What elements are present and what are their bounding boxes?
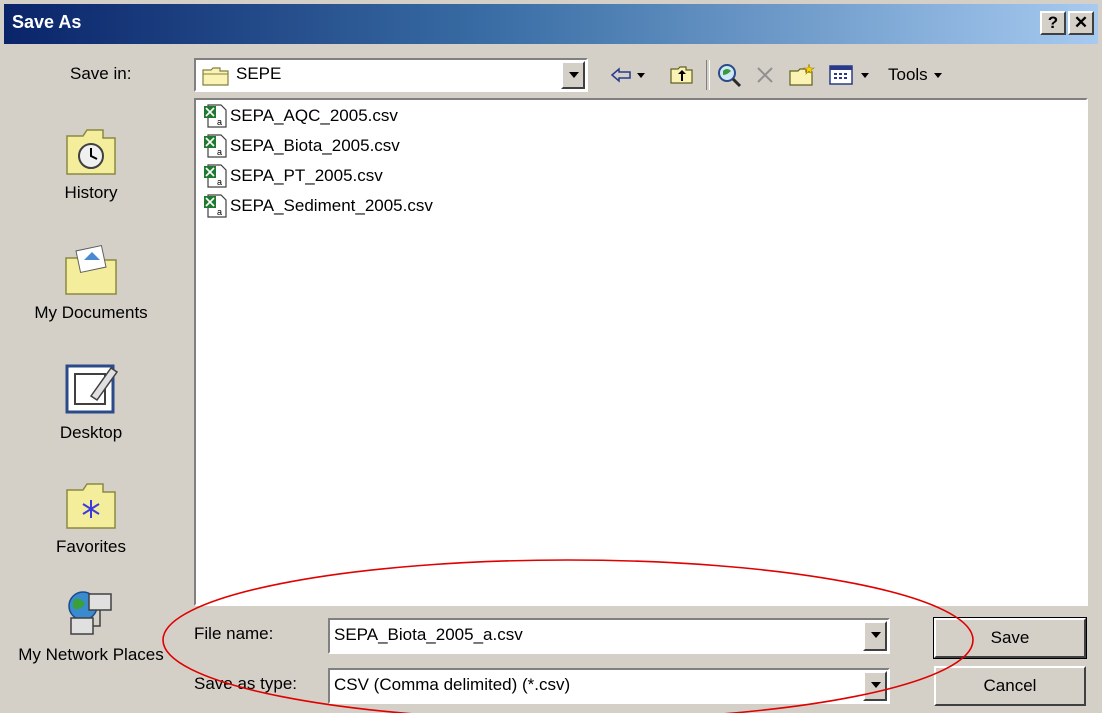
toolbar-separator (706, 60, 710, 90)
close-button[interactable]: ✕ (1068, 11, 1094, 35)
views-button[interactable] (828, 58, 870, 92)
file-item[interactable]: a SEPA_AQC_2005.csv (202, 102, 398, 130)
help-button[interactable]: ? (1040, 11, 1066, 35)
up-folder-icon (670, 66, 693, 84)
save-in-dropdown-button[interactable] (561, 61, 585, 89)
svg-text:a: a (217, 177, 222, 187)
places-item-favorites[interactable]: Favorites (0, 478, 182, 558)
save-in-value: SEPE (236, 64, 282, 83)
new-folder-button[interactable] (788, 58, 816, 92)
places-label: Desktop (59, 423, 123, 442)
chevron-down-icon (637, 73, 645, 78)
places-label: History (64, 183, 118, 202)
chevron-down-icon (933, 73, 942, 78)
file-item[interactable]: a SEPA_Sediment_2005.csv (202, 192, 433, 220)
file-list[interactable]: a SEPA_AQC_2005.csv a SEPA_Biota_2005.cs… (194, 98, 1088, 606)
views-icon (829, 65, 853, 85)
places-item-my-documents[interactable]: My Documents (0, 244, 182, 324)
csv-file-icon: a (204, 164, 227, 188)
save-as-type-label: Save as type: (194, 674, 298, 693)
svg-text:a: a (217, 147, 222, 157)
title-bar[interactable]: Save As ? ✕ (4, 4, 1098, 44)
chevron-down-icon (861, 73, 869, 78)
save-as-type-dropdown[interactable]: CSV (Comma delimited) (*.csv) (328, 668, 890, 704)
toolbar: Tools (606, 58, 986, 92)
save-as-dialog: Save As ? ✕ Save in: SEPE Tools History … (0, 0, 1102, 713)
places-label: My Network Places (18, 645, 164, 664)
svg-text:a: a (217, 207, 222, 217)
search-web-button[interactable] (716, 58, 742, 92)
save-in-dropdown[interactable]: SEPE (194, 58, 588, 92)
places-label: Favorites (56, 537, 126, 556)
delete-button[interactable] (754, 58, 776, 92)
save-button[interactable]: Save (933, 617, 1087, 659)
chevron-down-icon (871, 682, 881, 688)
file-item[interactable]: a SEPA_PT_2005.csv (202, 162, 383, 190)
chevron-down-icon (871, 632, 881, 638)
tools-label: Tools (888, 65, 928, 84)
up-folder-button[interactable] (670, 58, 694, 92)
window-title: Save As (12, 12, 82, 32)
save-as-type-value: CSV (Comma delimited) (*.csv) (334, 675, 571, 694)
history-icon (66, 129, 116, 175)
file-name-input[interactable]: SEPA_Biota_2005_a.csv (328, 618, 890, 654)
favorites-icon (66, 483, 116, 529)
svg-text:a: a (217, 117, 222, 127)
tools-menu-button[interactable]: Tools (888, 58, 943, 92)
close-icon: ✕ (1073, 13, 1089, 32)
folder-icon (202, 67, 229, 86)
csv-file-icon: a (204, 104, 227, 128)
csv-file-icon: a (204, 134, 227, 158)
file-name-label: File name: (194, 624, 274, 643)
file-name-value: SEPA_Biota_2005_a.csv (334, 625, 523, 644)
delete-icon (757, 67, 773, 83)
save-as-type-dropdown-button[interactable] (863, 671, 887, 701)
back-button[interactable] (610, 58, 646, 92)
my-documents-icon (65, 244, 117, 295)
file-name-dropdown-button[interactable] (863, 621, 887, 651)
file-name: SEPA_PT_2005.csv (230, 166, 383, 185)
csv-file-icon: a (204, 194, 227, 218)
chevron-down-icon (569, 72, 579, 78)
search-web-icon (718, 64, 742, 88)
new-folder-icon (789, 63, 815, 86)
places-label: My Documents (34, 303, 148, 322)
network-places-icon (68, 591, 112, 635)
desktop-icon (65, 364, 119, 414)
places-item-desktop[interactable]: Desktop (0, 360, 182, 444)
back-icon (610, 67, 631, 83)
places-item-network-places[interactable]: My Network Places (0, 586, 182, 665)
places-bar: History My Documents Desktop Favorites M… (0, 98, 182, 698)
file-name: SEPA_Biota_2005.csv (230, 136, 400, 155)
file-name: SEPA_Sediment_2005.csv (230, 196, 433, 215)
places-item-history[interactable]: History (0, 124, 182, 204)
save-in-label: Save in: (70, 64, 132, 83)
file-item[interactable]: a SEPA_Biota_2005.csv (202, 132, 400, 160)
cancel-button[interactable]: Cancel (934, 666, 1086, 706)
file-name: SEPA_AQC_2005.csv (230, 106, 398, 125)
